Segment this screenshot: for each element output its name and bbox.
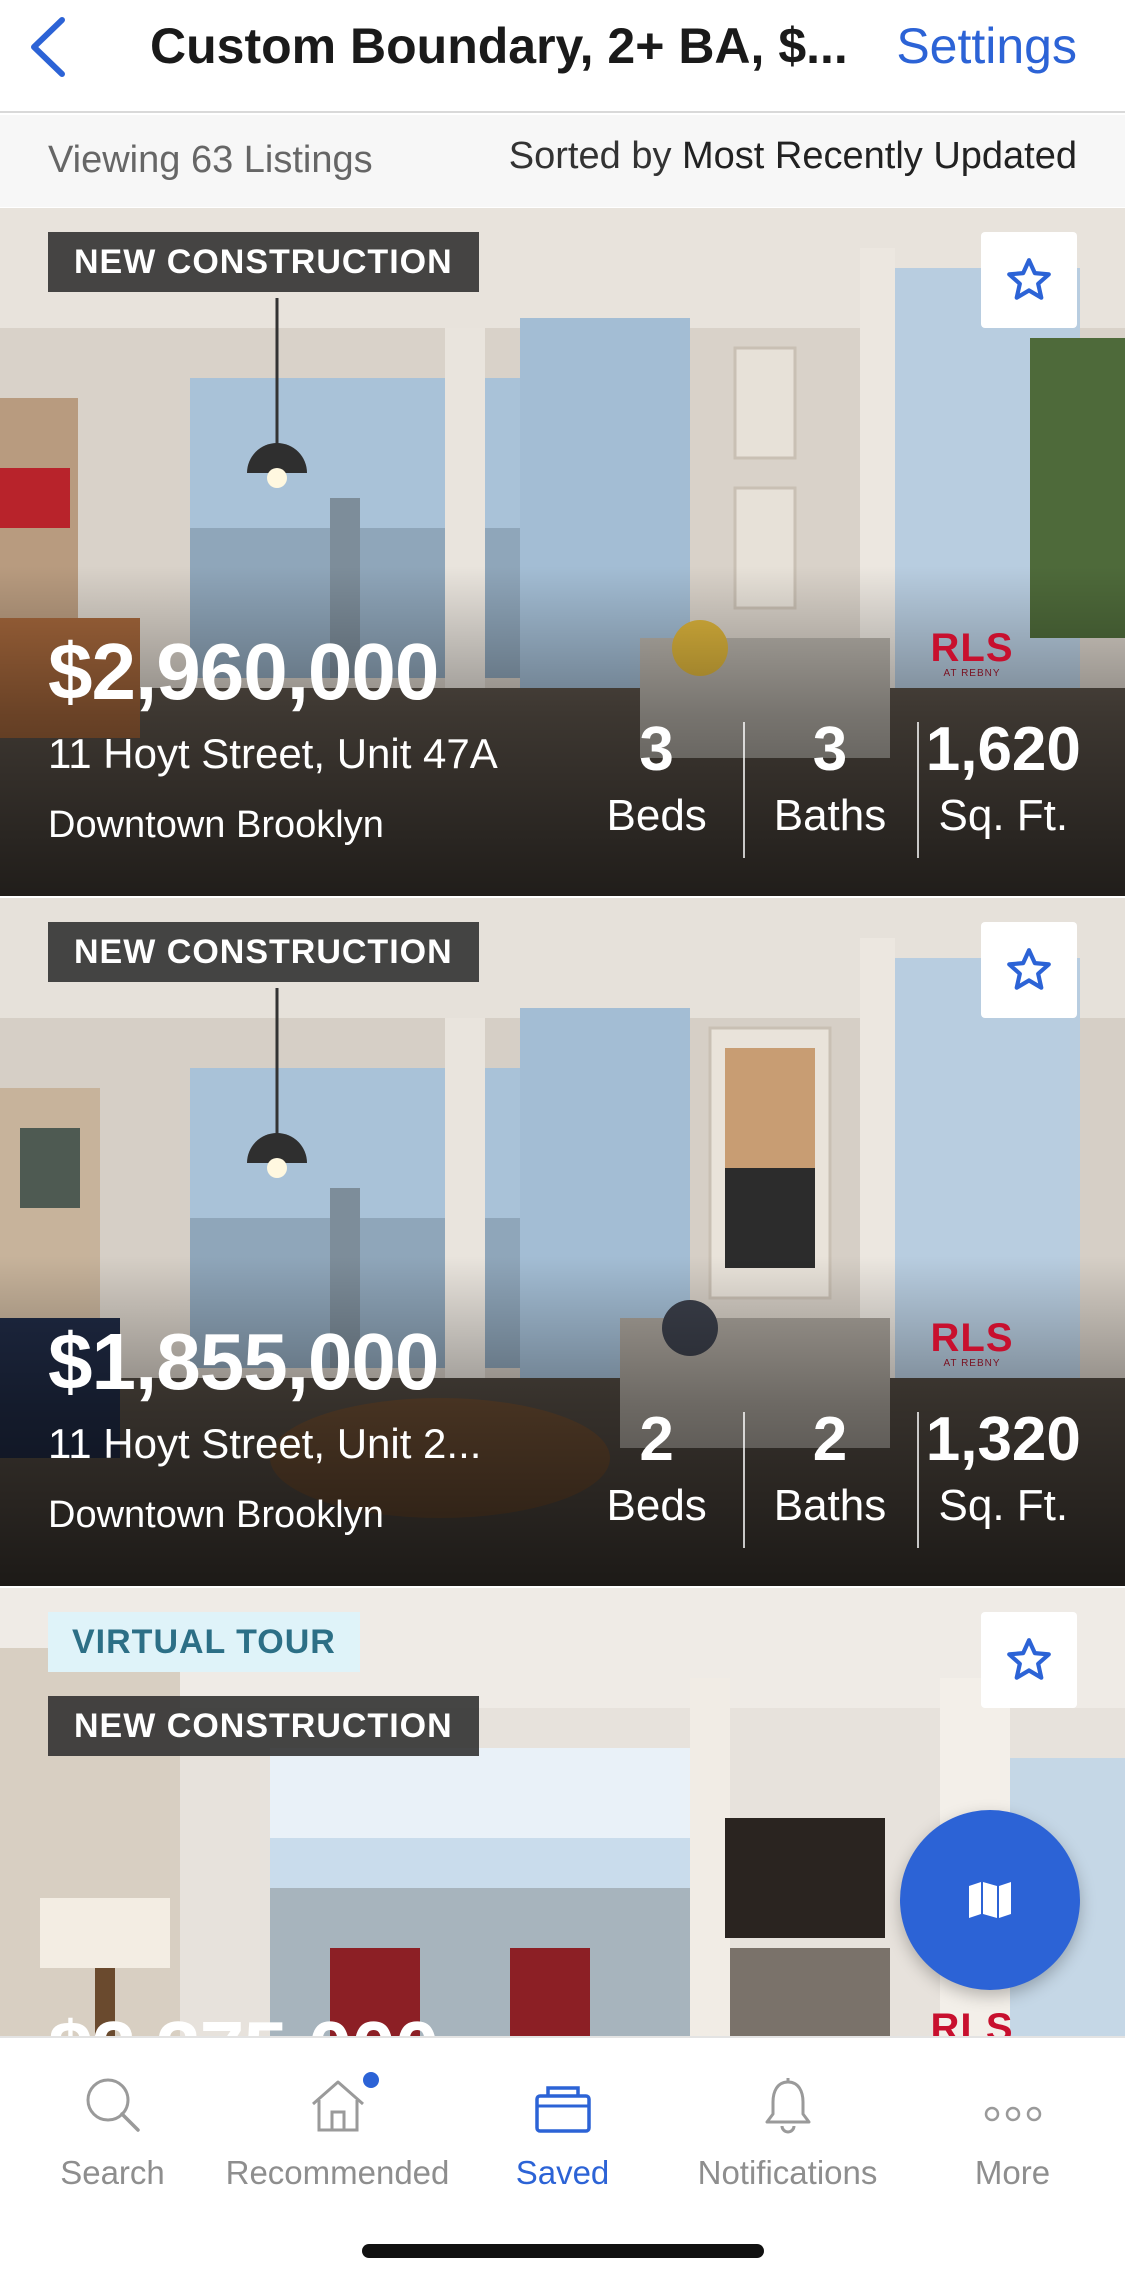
top-nav-bar: Custom Boundary, 2+ BA, $... Settings (0, 0, 1125, 113)
tab-recommended[interactable]: Recommended (225, 2054, 450, 2214)
more-dots-icon (984, 2106, 1041, 2122)
listing-price: $2,960,000 (48, 627, 439, 716)
beds-stat: 2 Beds (606, 1405, 707, 1530)
sqft-stat: 1,620 Sq. Ft. (916, 712, 1090, 862)
tab-label: Notifications (697, 2154, 878, 2191)
bell-icon (765, 2078, 810, 2134)
search-icon (86, 2078, 140, 2132)
tab-saved[interactable]: Saved (450, 2054, 675, 2214)
favorite-button[interactable] (981, 922, 1077, 1018)
listing-price: $1,855,000 (48, 1317, 439, 1406)
map-icon (969, 1882, 1011, 1918)
listing-price: $2,375,000 (48, 2004, 439, 2036)
page-title: Custom Boundary, 2+ BA, $... (150, 18, 848, 74)
results-summary-bar: Viewing 63 Listings Sorted by Most Recen… (0, 115, 1125, 207)
sort-selector[interactable]: Sorted by Most Recently Updated (509, 135, 1077, 178)
favorite-button[interactable] (981, 1612, 1077, 1708)
tab-label: More (974, 2154, 1051, 2191)
saved-folder-icon (534, 2086, 591, 2133)
listing-neighborhood: Downtown Brooklyn (48, 804, 384, 846)
baths-stat: 2 Baths (743, 1402, 916, 1552)
map-view-button[interactable] (900, 1810, 1080, 1990)
tab-notifications[interactable]: Notifications (675, 2054, 900, 2214)
tab-label: Recommended (225, 2154, 450, 2191)
home-indicator (362, 2244, 764, 2258)
sort-prefix-label: Sorted by (508, 135, 683, 177)
listing-card[interactable]: NEW CONSTRUCTION RLS AT REBNY $2,960,000… (0, 208, 1125, 896)
notification-dot (363, 2072, 379, 2088)
home-icon (311, 2080, 364, 2132)
listing-address: 11 Hoyt Street, Unit 2... (48, 1420, 482, 1467)
brand-logo: RLS (930, 2006, 1014, 2036)
sqft-stat: 1,320 Sq. Ft. (916, 1402, 1090, 1552)
star-icon (1007, 1638, 1051, 1680)
listing-neighborhood: Downtown Brooklyn (48, 1494, 384, 1536)
sort-value: Most Recently Updated (682, 135, 1077, 177)
listing-card[interactable]: NEW CONSTRUCTION RLS AT REBNY $1,855,000… (0, 898, 1125, 1586)
brand-logo: RLS AT REBNY (930, 1316, 1014, 1369)
listing-stats: 2 Beds 2 Baths 1,320 Sq. Ft. (570, 1402, 1090, 1552)
star-icon (1007, 258, 1051, 300)
tab-search[interactable]: Search (0, 2054, 225, 2214)
chevron-left-icon (31, 17, 65, 77)
tab-label: Search (60, 2154, 165, 2191)
new-construction-badge: NEW CONSTRUCTION (48, 232, 479, 292)
brand-logo: RLS AT REBNY (930, 626, 1014, 679)
listing-stats: 3 Beds 3 Baths 1,620 Sq. Ft. (570, 712, 1090, 862)
virtual-tour-badge: VIRTUAL TOUR (48, 1612, 360, 1672)
new-construction-badge: NEW CONSTRUCTION (48, 1696, 479, 1756)
tab-more[interactable]: More (900, 2054, 1125, 2214)
baths-stat: 3 Baths (743, 712, 916, 862)
back-button[interactable] (18, 12, 78, 82)
star-icon (1007, 948, 1051, 990)
tab-label: Saved (515, 2154, 610, 2191)
listing-count: Viewing 63 Listings (48, 139, 373, 181)
beds-stat: 3 Beds (606, 715, 707, 840)
settings-button[interactable]: Settings (896, 14, 1077, 78)
listing-address: 11 Hoyt Street, Unit 47A (48, 730, 498, 777)
favorite-button[interactable] (981, 232, 1077, 328)
new-construction-badge: NEW CONSTRUCTION (48, 922, 479, 982)
